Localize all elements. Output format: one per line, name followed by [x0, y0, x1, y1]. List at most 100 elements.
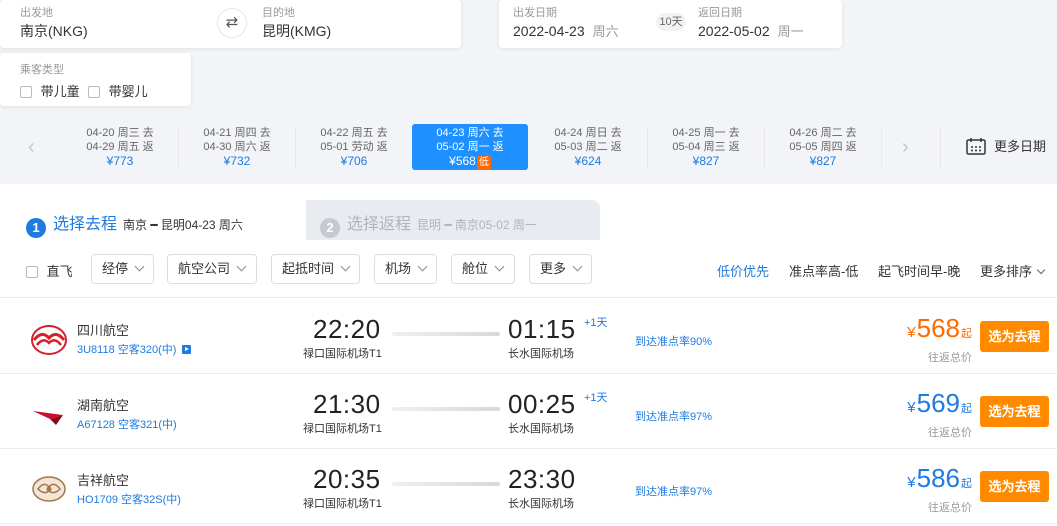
- departure-time: 21:30: [313, 389, 381, 419]
- sort-more[interactable]: 更多排序: [980, 261, 1046, 280]
- date-price-strip: ‹ 04-20 周三 去 04-29 周五 返 ¥773 04-21 周四 去 …: [0, 118, 1057, 180]
- route-line: [392, 332, 500, 336]
- departure-time: 22:20: [313, 314, 381, 344]
- departure-time: 20:35: [313, 464, 381, 494]
- play-icon[interactable]: [182, 345, 192, 354]
- filter-label: 机场: [385, 261, 412, 276]
- date-cell-price: ¥706: [340, 154, 368, 168]
- price: ¥586起: [907, 463, 972, 493]
- sort-ontime-rate[interactable]: 准点率高-低: [789, 261, 858, 280]
- trip-steps: 1 选择去程 南京 ━ 昆明04-23 周六 2 选择返程 昆明 ━ 南京05-02 周…: [0, 200, 1057, 240]
- filter-cabin[interactable]: 舱位: [451, 254, 515, 284]
- select-outbound-button[interactable]: 选为去程: [980, 471, 1049, 502]
- step-route: 昆明 ━ 南京05-02 周一: [417, 218, 537, 232]
- arrival-time: 01:15: [508, 314, 576, 344]
- date-cell-price: ¥827: [692, 154, 720, 168]
- flight-row: 湖南航空 A67128 空客321(中) 21:30 禄口国际机场T1 00:2…: [0, 375, 1057, 449]
- step-route: 南京 ━ 昆明04-23 周六: [123, 218, 243, 232]
- flight-row: 四川航空 3U8118 空客320(中) 22:20 禄口国际机场T1 01:1…: [0, 300, 1057, 374]
- step-return-tab[interactable]: 2 选择返程 昆明 ━ 南京05-02 周一: [306, 200, 600, 240]
- date-cell-selected[interactable]: 04-23 周六 去 05-02 周一 返 ¥568 低: [412, 124, 528, 170]
- airline-name: 四川航空: [77, 323, 130, 338]
- next-day-badge: +1天: [584, 392, 608, 404]
- arrival-airport: 长水国际机场: [508, 348, 574, 360]
- date-cell[interactable]: 04-24 周日 去 05-03 周二 返 ¥624: [530, 124, 646, 170]
- date-cell-price: ¥773: [106, 154, 134, 168]
- direct-checkbox[interactable]: [26, 266, 38, 278]
- return-week: 周一: [777, 24, 804, 39]
- date-cell-depart: 04-22 周五 去: [320, 127, 388, 139]
- swap-arrows-icon[interactable]: ⇄: [217, 8, 247, 38]
- chevron-left-icon[interactable]: ‹: [28, 136, 35, 159]
- direct-filter[interactable]: 直飞: [26, 261, 73, 280]
- step-outbound-tab[interactable]: 1 选择去程 南京 ━ 昆明04-23 周六: [8, 200, 306, 240]
- flight-number-text: 3U8118 空客320(中): [77, 344, 177, 356]
- flight-number[interactable]: HO1709 空客32S(中): [77, 491, 181, 507]
- arrival-airport: 长水国际机场: [508, 498, 574, 510]
- chevron-down-icon: [494, 261, 505, 272]
- departure-airport: 禄口国际机场T1: [303, 498, 382, 510]
- price-value: 568: [916, 313, 960, 343]
- chevron-right-icon[interactable]: ›: [902, 136, 909, 159]
- divider: [940, 126, 941, 168]
- airline-name: 湖南航空: [77, 398, 130, 413]
- filter-label: 舱位: [462, 261, 489, 276]
- chevron-down-icon: [134, 261, 145, 272]
- filter-time[interactable]: 起抵时间: [271, 254, 360, 284]
- date-cell-return: 05-04 周三 返: [672, 141, 740, 153]
- to-input[interactable]: 昆明(KMG): [262, 21, 331, 41]
- passenger-type-card: 乘客类型 带儿童 带婴儿: [0, 53, 191, 106]
- return-date: 2022-05-02: [698, 23, 770, 39]
- filter-airline[interactable]: 航空公司: [167, 254, 257, 284]
- depart-week: 周六: [592, 24, 619, 39]
- date-cell-price: ¥827: [809, 154, 837, 168]
- date-cell-depart: 04-23 周六 去: [436, 127, 504, 139]
- infant-option[interactable]: 带婴儿: [88, 81, 148, 100]
- flight-number[interactable]: A67128 空客321(中): [77, 416, 177, 432]
- price-note: 往返总价: [928, 502, 972, 514]
- select-outbound-button[interactable]: 选为去程: [980, 396, 1049, 427]
- more-dates-button[interactable]: 更多日期: [966, 136, 1046, 155]
- filter-bar: 直飞 经停 航空公司 起抵时间 机场 舱位 更多 低价优先 准点率高-低 起飞时…: [0, 240, 1057, 298]
- sort-lowest-price[interactable]: 低价优先: [717, 261, 769, 280]
- price: ¥568起: [907, 313, 972, 343]
- from-input[interactable]: 南京(NKG): [20, 21, 88, 41]
- route-line: [392, 482, 500, 486]
- sichuan-airlines-logo: [31, 325, 67, 355]
- date-cell[interactable]: 04-25 周一 去 05-04 周三 返 ¥827: [648, 124, 764, 170]
- filter-airport[interactable]: 机场: [374, 254, 437, 284]
- divider: [881, 126, 882, 168]
- step-title: 选择返程: [347, 216, 412, 233]
- ontime-rate: 到达准点率97%: [635, 411, 713, 423]
- date-cell-return: 05-01 劳动 返: [320, 141, 388, 153]
- filter-more[interactable]: 更多: [529, 254, 592, 284]
- flight-number[interactable]: 3U8118 空客320(中): [77, 341, 192, 357]
- arrival-time: 23:30: [508, 464, 576, 494]
- date-cell-return: 05-03 周二 返: [554, 141, 622, 153]
- depart-label: 出发日期: [513, 7, 557, 19]
- date-cell[interactable]: 04-26 周二 去 05-05 周四 返 ¥827: [765, 124, 881, 170]
- filter-label: 航空公司: [178, 261, 231, 276]
- route-line: [392, 407, 500, 411]
- child-checkbox[interactable]: [20, 86, 32, 98]
- date-cell-return: 05-05 周四 返: [789, 141, 857, 153]
- date-cell[interactable]: 04-21 周四 去 04-30 周六 返 ¥732: [179, 124, 295, 170]
- depart-date-input[interactable]: 2022-04-23 周六: [513, 21, 619, 40]
- return-date-input[interactable]: 2022-05-02 周一: [698, 21, 804, 40]
- date-cell[interactable]: 04-22 周五 去 05-01 劳动 返 ¥706: [296, 124, 412, 170]
- chevron-down-icon: [236, 261, 247, 272]
- origin-destination-card: 出发地 南京(NKG) ⇄ 目的地 昆明(KMG): [0, 0, 461, 48]
- date-cell[interactable]: 04-20 周三 去 04-29 周五 返 ¥773: [62, 124, 178, 170]
- next-day-badge: +1天: [584, 317, 608, 329]
- filter-stopover[interactable]: 经停: [91, 254, 154, 284]
- lowest-price-badge: 低: [476, 156, 491, 170]
- chevron-down-icon: [340, 261, 351, 272]
- child-label: 带儿童: [40, 84, 80, 99]
- child-option[interactable]: 带儿童: [20, 81, 80, 100]
- date-cell-return: 04-30 周六 返: [203, 141, 271, 153]
- sort-departure-time[interactable]: 起飞时间早-晚: [878, 261, 960, 280]
- flight-number-text: HO1709 空客32S(中): [77, 494, 181, 506]
- infant-checkbox[interactable]: [88, 86, 100, 98]
- select-outbound-button[interactable]: 选为去程: [980, 321, 1049, 352]
- hunan-airlines-logo: [33, 411, 63, 425]
